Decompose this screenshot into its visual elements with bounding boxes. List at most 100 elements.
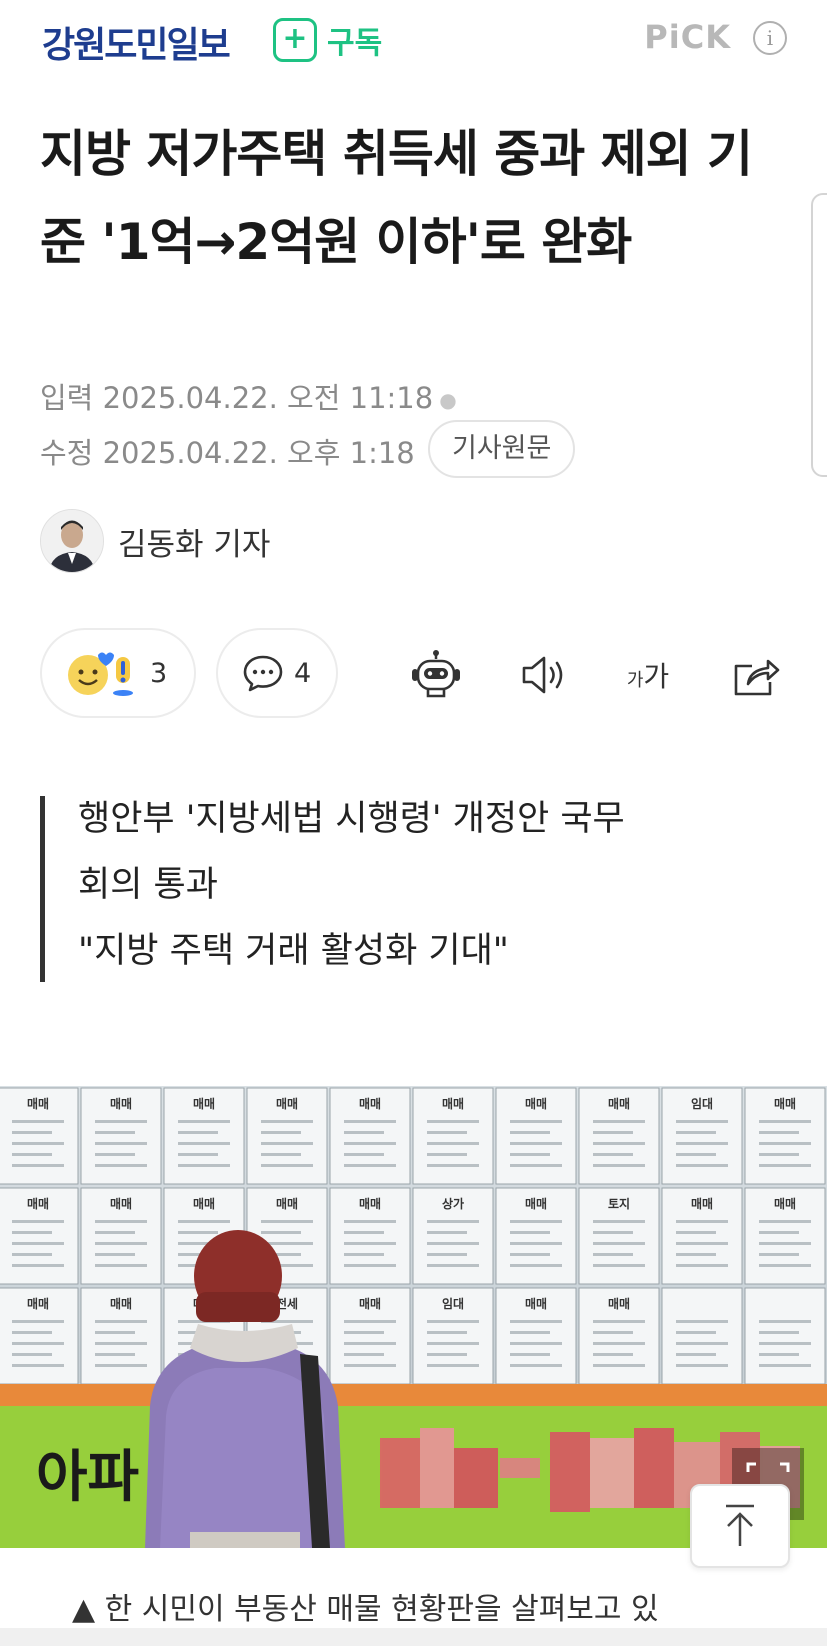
listing-text-line (12, 1242, 64, 1245)
listing-text-line (178, 1220, 230, 1223)
listing-text-line (344, 1331, 384, 1334)
listing-card (744, 1287, 826, 1385)
comment-button[interactable]: 4 (216, 628, 338, 718)
listing-text-line (95, 1131, 135, 1134)
listing-text-line (510, 1342, 562, 1345)
listing-text-line (95, 1153, 135, 1156)
listing-text-line (759, 1364, 811, 1367)
share-button[interactable] (728, 647, 784, 703)
listing-text-line (676, 1264, 728, 1267)
arrow-up-icon (726, 1504, 754, 1546)
listing-text-line (676, 1342, 728, 1345)
listing-text-line (593, 1231, 633, 1234)
listing-text-line (759, 1331, 799, 1334)
listing-text-line (344, 1342, 396, 1345)
listing-text-line (676, 1364, 728, 1367)
listing-card-label: 매매 (110, 1296, 132, 1311)
listing-text-line (676, 1220, 728, 1223)
subscribe-button[interactable]: + 구독 (273, 18, 382, 62)
listing-text-line (344, 1320, 396, 1323)
listing-text-line (593, 1264, 645, 1267)
listing-text-line (759, 1264, 811, 1267)
listing-text-line (12, 1264, 64, 1267)
plus-icon: + (273, 18, 317, 62)
listing-text-line (759, 1220, 811, 1223)
listing-card-label: 매매 (193, 1096, 215, 1111)
emoji-reaction-icon (68, 652, 133, 696)
original-article-button[interactable]: 기사원문 (428, 420, 576, 478)
listing-text-line (593, 1142, 645, 1145)
listing-text-line (344, 1242, 396, 1245)
listen-button[interactable] (516, 647, 572, 703)
listing-text-line (676, 1253, 716, 1256)
listing-text-line (510, 1264, 562, 1267)
listing-card-label: 매매 (110, 1096, 132, 1111)
reporter-avatar[interactable] (40, 509, 104, 573)
listing-text-line (344, 1231, 384, 1234)
listing-text-line (510, 1142, 562, 1145)
listing-text-line (427, 1131, 467, 1134)
listing-text-line (593, 1353, 633, 1356)
listing-text-line (95, 1120, 147, 1123)
listing-card-label: 매매 (276, 1196, 298, 1211)
listing-text-line (427, 1153, 467, 1156)
listing-text-line (95, 1364, 147, 1367)
listing-text-line (759, 1164, 811, 1167)
listing-text-line (12, 1331, 52, 1334)
listing-card-label: 매매 (525, 1296, 547, 1311)
listing-text-line (510, 1364, 562, 1367)
listing-card-label: 매매 (774, 1196, 796, 1211)
comment-count: 4 (294, 657, 312, 689)
listing-card-label: 임대 (691, 1097, 713, 1111)
listing-card-label: 매매 (525, 1196, 547, 1211)
listing-text-line (95, 1253, 135, 1256)
listing-text-line (344, 1131, 384, 1134)
listing-text-line (593, 1131, 633, 1134)
bottom-bar (0, 1628, 827, 1646)
listing-text-line (12, 1342, 64, 1345)
listing-text-line (178, 1231, 218, 1234)
listing-text-line (593, 1331, 633, 1334)
listing-text-line (344, 1220, 396, 1223)
listing-text-line (676, 1242, 728, 1245)
listing-card-label: 매매 (442, 1096, 464, 1111)
listing-text-line (261, 1164, 313, 1167)
listing-card-label: 매매 (608, 1296, 630, 1311)
listing-text-line (344, 1364, 396, 1367)
listing-text-line (510, 1153, 550, 1156)
side-scroll-handle[interactable] (811, 193, 827, 477)
listing-text-line (261, 1220, 313, 1223)
listing-text-line (593, 1120, 645, 1123)
reporter-name[interactable]: 김동화 기자 (118, 519, 270, 564)
scroll-to-top-button[interactable] (690, 1484, 790, 1568)
listing-text-line (95, 1242, 147, 1245)
listing-text-line (759, 1342, 811, 1345)
listing-text-line (95, 1331, 135, 1334)
listing-text-line (261, 1153, 301, 1156)
listing-card-label: 임대 (442, 1297, 464, 1311)
speaker-icon (522, 656, 563, 694)
subheadline: 행안부 '지방세법 시행령' 개정안 국무 회의 통과 "지방 주택 거래 활성… (78, 786, 778, 984)
listing-text-line (12, 1153, 52, 1156)
listing-text-line (261, 1120, 313, 1123)
person-icon (41, 510, 103, 572)
listing-text-line (676, 1131, 716, 1134)
info-icon[interactable]: i (753, 21, 787, 55)
ai-summary-button[interactable] (408, 647, 464, 703)
listing-text-line (95, 1353, 135, 1356)
reaction-button[interactable]: 3 (40, 628, 196, 718)
listing-text-line (12, 1231, 52, 1234)
listing-text-line (12, 1131, 52, 1134)
share-icon (734, 659, 780, 696)
banner-text: 아파 (36, 1445, 139, 1510)
listing-text-line (95, 1142, 147, 1145)
listing-text-line (510, 1353, 550, 1356)
listing-text-line (95, 1264, 147, 1267)
press-logo[interactable]: 강원도민일보 (42, 16, 231, 68)
listing-text-line (759, 1253, 799, 1256)
font-size-button[interactable]: 가가 (620, 647, 676, 703)
modified-date: 수정 2025.04.22. 오후 1:18 (40, 436, 415, 470)
listing-text-line (593, 1253, 633, 1256)
article-photo[interactable]: 매매 매매 매매 매매 매매 매매 매매 매매 임대 매매 매매 매매 매매 매매 매매 상가 매매 토지 매매 매매… (0, 1086, 827, 1548)
listing-text-line (178, 1153, 218, 1156)
